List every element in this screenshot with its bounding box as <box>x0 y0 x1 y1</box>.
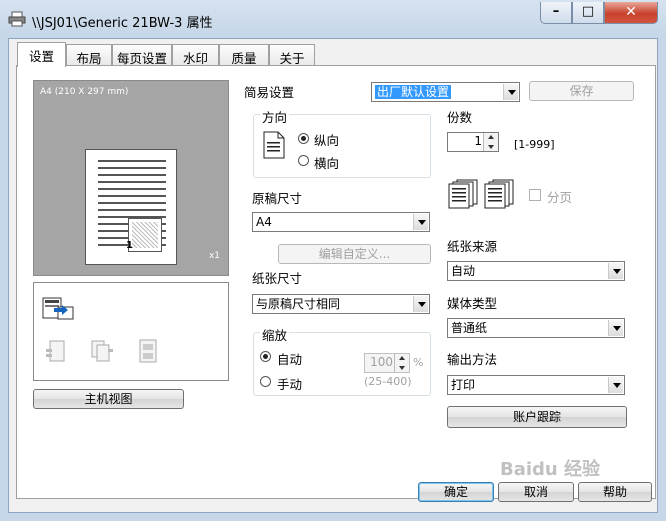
paper-size-label: 纸张尺寸 <box>252 271 303 286</box>
chevron-down-icon <box>608 320 623 336</box>
paper-source-label: 纸张来源 <box>447 239 498 254</box>
tab-about[interactable]: 关于 <box>269 44 315 66</box>
preview-page: 1 <box>85 149 177 265</box>
overlay-page-icon <box>128 218 162 252</box>
window-frame-bottom <box>0 513 666 521</box>
edit-custom-button[interactable]: 编辑自定义... <box>278 244 431 264</box>
chevron-down-icon <box>608 377 623 393</box>
collate-label: 分页 <box>547 190 573 205</box>
landscape-label: 横向 <box>314 156 340 171</box>
chevron-down-icon <box>413 214 428 230</box>
spin-arrows-icon[interactable] <box>394 354 409 372</box>
paper-size-caption: A4 (210 X 297 mm) <box>40 87 129 97</box>
tab-per-page-settings[interactable]: 每页设置 <box>112 44 172 66</box>
paper-source-value: 自动 <box>451 264 476 278</box>
portrait-page-icon <box>263 131 285 159</box>
ok-button[interactable]: 确定 <box>418 482 494 502</box>
zoom-stepper[interactable]: 100 <box>364 353 410 373</box>
paper-source-dropdown[interactable]: 自动 <box>447 261 625 281</box>
maximize-button[interactable]: □ <box>572 2 604 24</box>
easy-settings-dropdown[interactable]: 出厂默认设置 <box>371 82 520 102</box>
tab-quality[interactable]: 质量 <box>219 44 269 66</box>
portrait-radio[interactable] <box>298 133 309 144</box>
tab-settings[interactable]: 设置 <box>17 42 66 67</box>
zoom-manual-radio[interactable] <box>260 376 271 387</box>
zoom-auto-radio[interactable] <box>260 351 271 362</box>
staple-icon <box>46 340 65 362</box>
minimize-icon: – <box>552 4 560 19</box>
paper-size-dropdown[interactable]: 与原稿尺寸相同 <box>252 294 430 314</box>
help-button[interactable]: 帮助 <box>578 482 652 502</box>
host-view-button[interactable]: 主机视图 <box>33 389 184 409</box>
window-title: \\JSJ01\Generic 21BW-3 属性 <box>32 16 213 31</box>
zoom-manual-label: 手动 <box>277 377 303 392</box>
output-method-label: 输出方法 <box>447 352 498 367</box>
orientation-title: 方向 <box>260 107 290 126</box>
spin-arrows-icon[interactable] <box>483 133 498 151</box>
output-method-value: 打印 <box>451 378 476 392</box>
save-button[interactable]: 保存 <box>529 81 634 101</box>
chevron-down-icon <box>503 84 518 100</box>
copies-badge: x1 <box>208 251 220 261</box>
original-size-value: A4 <box>256 215 272 229</box>
chevron-down-icon <box>608 263 623 279</box>
zoom-value: 100 <box>370 355 393 369</box>
page-preview: A4 (210 X 297 mm) 1 x1 <box>33 80 229 276</box>
media-type-label: 媒体类型 <box>447 296 498 311</box>
tab-layout[interactable]: 布局 <box>66 44 112 66</box>
chevron-down-icon <box>413 296 428 312</box>
watermark-text: Baidu 经验 <box>500 459 601 480</box>
zoom-auto-label: 自动 <box>277 352 303 367</box>
cancel-button[interactable]: 取消 <box>498 482 574 502</box>
account-tracking-button[interactable]: 账户跟踪 <box>447 406 627 428</box>
original-size-dropdown[interactable]: A4 <box>252 212 430 232</box>
easy-settings-label: 简易设置 <box>244 85 295 100</box>
collate-checkbox[interactable] <box>529 189 541 201</box>
window-frame-left <box>0 38 8 521</box>
zoom-range: (25-400) <box>364 375 412 388</box>
paper-size-value: 与原稿尺寸相同 <box>256 297 341 311</box>
media-type-dropdown[interactable]: 普通纸 <box>447 318 625 338</box>
title-bar[interactable]: \\JSJ01\Generic 21BW-3 属性 – □ ✕ <box>0 0 666 38</box>
overlay-page-number: 1 <box>126 240 133 251</box>
collate-stack-icon-2 <box>484 179 514 209</box>
host-send-icon[interactable] <box>42 295 76 323</box>
copies-value: 1 <box>474 134 482 148</box>
collate-stack-icon <box>448 179 478 209</box>
close-button[interactable]: ✕ <box>604 2 658 24</box>
portrait-label: 纵向 <box>314 133 340 148</box>
duplex-icon <box>91 340 113 362</box>
copies-range: [1-999] <box>514 138 555 151</box>
close-icon: ✕ <box>625 4 637 20</box>
copies-stepper[interactable]: 1 <box>447 132 499 152</box>
media-type-value: 普通纸 <box>451 321 488 335</box>
minimize-button[interactable]: – <box>540 2 572 24</box>
tab-watermark[interactable]: 水印 <box>172 44 219 66</box>
booklet-icon <box>139 339 157 363</box>
zoom-title: 缩放 <box>260 325 290 344</box>
output-method-dropdown[interactable]: 打印 <box>447 375 625 395</box>
original-size-label: 原稿尺寸 <box>252 191 303 206</box>
landscape-radio[interactable] <box>298 155 309 166</box>
function-icons-panel <box>33 282 229 381</box>
zoom-unit: % <box>413 356 424 369</box>
copies-label: 份数 <box>447 110 473 125</box>
maximize-icon: □ <box>581 4 595 19</box>
printer-icon <box>8 11 26 27</box>
easy-settings-value: 出厂默认设置 <box>375 85 452 99</box>
window-frame-right <box>658 38 666 521</box>
